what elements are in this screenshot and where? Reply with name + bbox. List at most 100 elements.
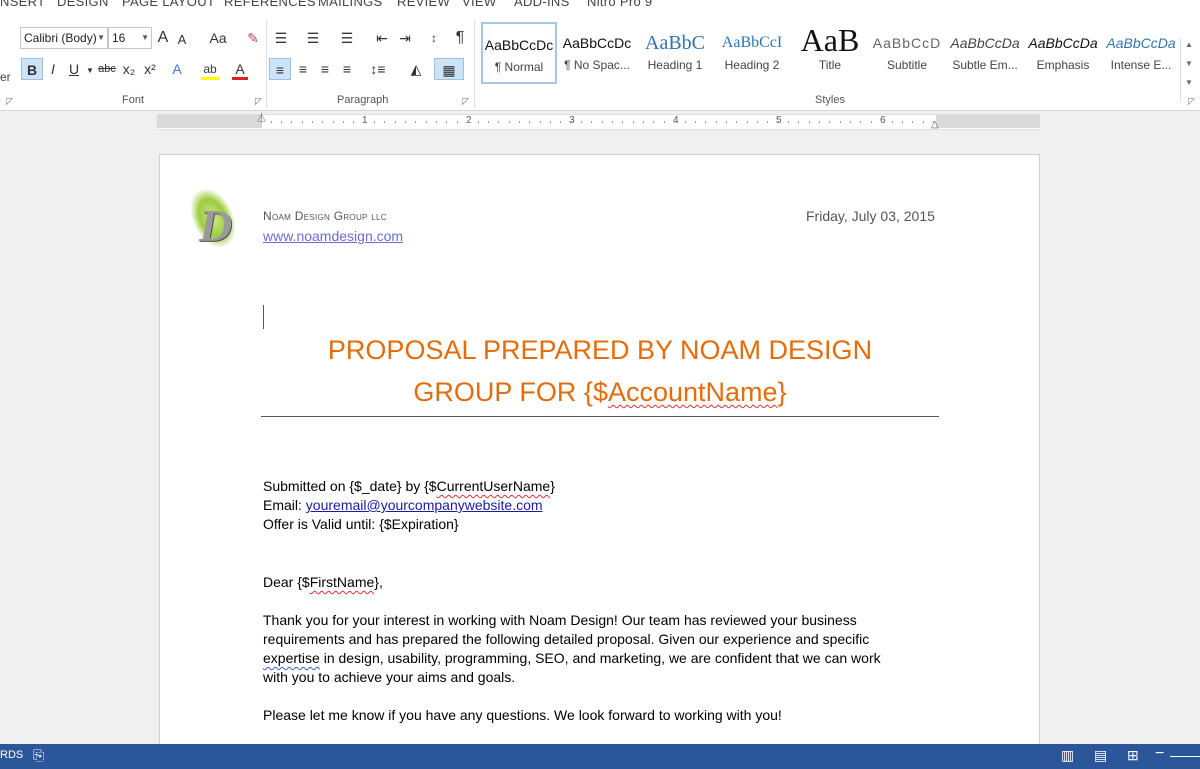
proofing-icon[interactable]: ⎘ [33,747,44,764]
font-size-box[interactable]: 16 ▼ [108,27,152,49]
ruler-tick [560,121,562,123]
ruler-tick [467,121,469,123]
font-color-button[interactable]: A [232,58,248,80]
tab-page-layout[interactable]: PAGE LAYOUT [122,0,215,9]
ruler-tick [529,121,531,123]
style-preview: AaBbCcDa [1028,35,1098,51]
ruler-tick [901,121,903,123]
change-case-button[interactable]: Aa [204,27,232,49]
highlight-button[interactable]: ab [201,58,219,80]
ruler-right-margin [936,114,1040,128]
document-page[interactable]: D Noam Design Group llc www.noamdesign.c… [159,154,1040,754]
right-indent-marker[interactable]: △ [931,119,939,130]
ruler-tick [922,121,924,123]
first-line-indent-marker[interactable]: ⏃ [256,110,267,126]
clipboard-fragment: er [0,70,11,84]
horizontal-ruler[interactable]: 1 1 2 3 4 5 6 7 [156,114,1040,130]
font-launcher-icon[interactable]: ◸ [255,96,262,107]
style-normal[interactable]: AaBbCcDc ¶ Normal [481,22,557,84]
word-count-fragment[interactable]: RDS [0,749,23,761]
align-right-icon[interactable]: ≡ [315,58,335,80]
style-preview: AaBbC [645,32,705,54]
chevron-down-icon[interactable]: ▼ [97,28,105,48]
style-intense-emphasis[interactable]: AaBbCcDa Intense E... [1103,22,1179,84]
styles-launcher-icon[interactable]: ◸ [1188,96,1195,107]
ribbon: er ◸ Calibri (Body) ▼ 16 ▼ A A Aa ✎ B I U … [0,16,1200,111]
styles-gallery-scroll[interactable]: ▲ ▼ ▼ [1180,38,1197,102]
align-center-icon[interactable]: ≡ [293,58,313,80]
bullets-icon[interactable]: ☰ [270,27,292,49]
borders-icon[interactable]: ▦ [434,58,464,80]
zoom-out-icon[interactable]: − [1155,745,1164,763]
decrease-indent-icon[interactable]: ⇤ [372,27,392,49]
tab-add-ins[interactable]: ADD-INS [514,0,570,9]
style-heading-2[interactable]: AaBbCcI Heading 2 [714,22,790,84]
title-suffix: } [777,377,787,407]
chevron-up-icon[interactable]: ▲ [1181,40,1197,49]
ruler-tick [870,121,872,123]
read-mode-icon[interactable]: ▥ [1061,747,1074,764]
ruler-tick [725,121,727,123]
style-subtle-emphasis[interactable]: AaBbCcDa Subtle Em... [947,22,1023,84]
body-paragraph-line: requirements and has prepared the follow… [263,631,870,647]
chevron-down-icon[interactable]: ▼ [141,28,149,48]
style-subtitle[interactable]: AaBbCcD Subtitle [869,22,945,84]
subscript-button[interactable]: x₂ [120,58,138,80]
italic-button[interactable]: I [44,58,62,80]
clipboard-launcher-icon[interactable]: ◸ [6,96,13,107]
underline-button[interactable]: U [65,58,83,80]
chevron-down-icon[interactable]: ▼ [1181,59,1197,68]
justify-icon[interactable]: ≡ [337,58,357,80]
ruler-tick [291,121,293,123]
print-layout-icon[interactable]: ▤ [1094,747,1107,764]
text-effects-button[interactable]: A [169,58,185,80]
align-left-icon[interactable]: ≡ [269,58,291,80]
zoom-slider[interactable] [1170,756,1200,757]
chevron-down-icon[interactable]: ▼ [85,60,95,82]
tab-design[interactable]: DESIGN [57,0,109,9]
email-link[interactable]: youremail@yourcompanywebsite.com [306,497,543,513]
shrink-font-button[interactable]: A [175,29,189,51]
ruler-tick [581,121,582,123]
tab-nitro-pro[interactable]: Nitro Pro 9 [587,0,652,9]
ruler-tick [860,121,862,123]
pilcrow-icon[interactable]: ¶ [451,27,469,49]
paragraph-group-label: Paragraph [337,94,389,106]
submitted-prefix: Submitted on {$_date} by {$ [263,478,437,494]
style-no-spacing[interactable]: AaBbCcDc ¶ No Spac... [559,22,635,84]
more-styles-icon[interactable]: ▼ [1181,78,1197,87]
company-website-link[interactable]: www.noamdesign.com [263,228,403,244]
ruler-tick [477,121,479,123]
clear-formatting-icon[interactable]: ✎ [243,27,263,49]
style-name: Heading 2 [724,58,780,72]
ruler-tick [756,121,758,123]
style-heading-1[interactable]: AaBbC Heading 1 [637,22,713,84]
line-spacing-icon[interactable]: ↕≡ [364,58,392,80]
style-name: Heading 1 [647,58,703,72]
tab-insert[interactable]: NSERT [0,0,45,9]
sort-icon[interactable]: ↕ [424,27,444,49]
proposal-title-line2: GROUP FOR {$AccountName} [260,377,940,408]
tab-references[interactable]: REFERENCES [224,0,316,9]
font-name-box[interactable]: Calibri (Body) ▼ [20,27,108,49]
multilevel-list-icon[interactable]: ☰ [336,27,358,49]
web-layout-icon[interactable]: ⊞ [1127,747,1139,764]
ruler-tick [301,121,303,123]
superscript-button[interactable]: x² [141,58,159,80]
bold-button[interactable]: B [21,58,43,80]
grow-font-button[interactable]: A [155,27,171,49]
group-separator [474,20,475,108]
tab-mailings[interactable]: MAILINGS [318,0,383,9]
numbering-icon[interactable]: ☰ [302,27,324,49]
paragraph-launcher-icon[interactable]: ◸ [462,96,469,107]
style-emphasis[interactable]: AaBbCcDa Emphasis [1025,22,1101,84]
shading-icon[interactable]: ◭ [402,58,430,80]
ruler-tick [456,121,458,123]
tab-view[interactable]: VIEW [462,0,496,9]
tab-review[interactable]: REVIEW [397,0,450,9]
ruler-tick [487,121,489,123]
ruler-tick [839,121,841,123]
strikethrough-button[interactable]: abc [96,58,118,80]
style-title[interactable]: AaB Title [792,22,868,84]
increase-indent-icon[interactable]: ⇥ [395,27,415,49]
